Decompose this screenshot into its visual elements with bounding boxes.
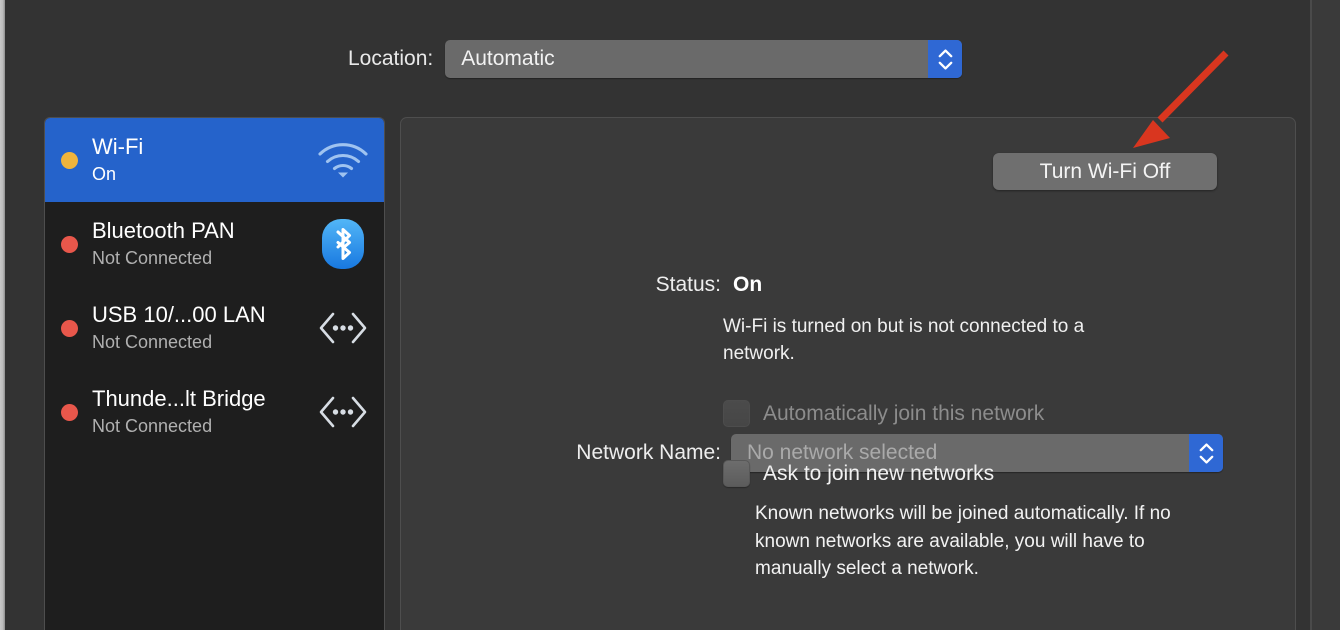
sidebar-item-wifi[interactable]: Wi-Fi On [45, 118, 384, 202]
window-right-margin [1312, 0, 1340, 630]
sidebar-item-name: USB 10/...00 LAN [92, 302, 266, 328]
status-value: On [733, 273, 763, 296]
status-dot [61, 319, 78, 337]
status-dot [61, 151, 78, 169]
sidebar-item-thunderbolt-bridge[interactable]: Thunde...lt Bridge Not Connected [45, 370, 384, 454]
status-dot [61, 403, 78, 421]
sidebar-item-text: Wi-Fi On [92, 134, 316, 185]
location-popup-value: Automatic [461, 47, 555, 70]
sidebar-item-usb-lan[interactable]: USB 10/...00 LAN Not Connected [45, 286, 384, 370]
ask-to-join-label: Ask to join new networks [763, 461, 995, 485]
network-name-label: Network Name: [576, 441, 721, 464]
sidebar-item-name: Thunde...lt Bridge [92, 386, 266, 412]
auto-join-label: Automatically join this network [763, 401, 1045, 425]
ask-to-join-checkbox[interactable] [723, 460, 750, 487]
status-row: Status: On [621, 273, 763, 297]
chevron-down-icon [938, 61, 953, 70]
ask-to-join-checkbox-row[interactable]: Ask to join new networks [723, 460, 994, 487]
status-dot [61, 235, 78, 253]
sidebar-item-status: Not Connected [92, 416, 213, 437]
location-label: Location: [348, 47, 434, 70]
location-row: Location: Automatic [348, 40, 963, 78]
ask-to-join-help-text: Known networks will be joined automatica… [755, 503, 1171, 580]
sidebar-item-name: Bluetooth PAN [92, 218, 235, 244]
wifi-detail-panel: Status: On Turn Wi-Fi Off Wi-Fi is turne… [400, 117, 1296, 630]
network-services-sidebar[interactable]: Wi-Fi On Bluetooth PAN Not Connected USB… [44, 117, 385, 630]
turn-wifi-off-button[interactable]: Turn Wi-Fi Off [993, 153, 1217, 190]
sidebar-item-name: Wi-Fi [92, 134, 144, 160]
ethernet-icon [316, 385, 370, 439]
sidebar-item-text: Bluetooth PAN Not Connected [92, 218, 316, 269]
sidebar-item-status: On [92, 164, 117, 185]
sidebar-item-text: Thunde...lt Bridge Not Connected [92, 386, 316, 437]
location-stepper[interactable] [928, 40, 963, 78]
chevron-down-icon [1199, 455, 1213, 464]
sidebar-item-status: Not Connected [92, 332, 213, 353]
chevron-up-icon [938, 48, 953, 57]
sidebar-item-text: USB 10/...00 LAN Not Connected [92, 302, 316, 353]
window-left-edge [0, 0, 5, 630]
network-name-stepper[interactable] [1189, 434, 1223, 472]
sidebar-item-bluetooth-pan[interactable]: Bluetooth PAN Not Connected [45, 202, 384, 286]
bluetooth-icon [316, 217, 370, 271]
location-popup-button[interactable]: Automatic [445, 40, 963, 78]
wifi-icon [316, 133, 370, 187]
ethernet-icon [316, 301, 370, 355]
status-description: Wi-Fi is turned on but is not connected … [723, 316, 1085, 364]
chevron-up-icon [1199, 442, 1213, 451]
auto-join-checkbox-row: Automatically join this network [723, 400, 1044, 427]
sidebar-item-status: Not Connected [92, 248, 213, 269]
auto-join-checkbox [723, 400, 750, 427]
status-label: Status: [655, 273, 721, 296]
